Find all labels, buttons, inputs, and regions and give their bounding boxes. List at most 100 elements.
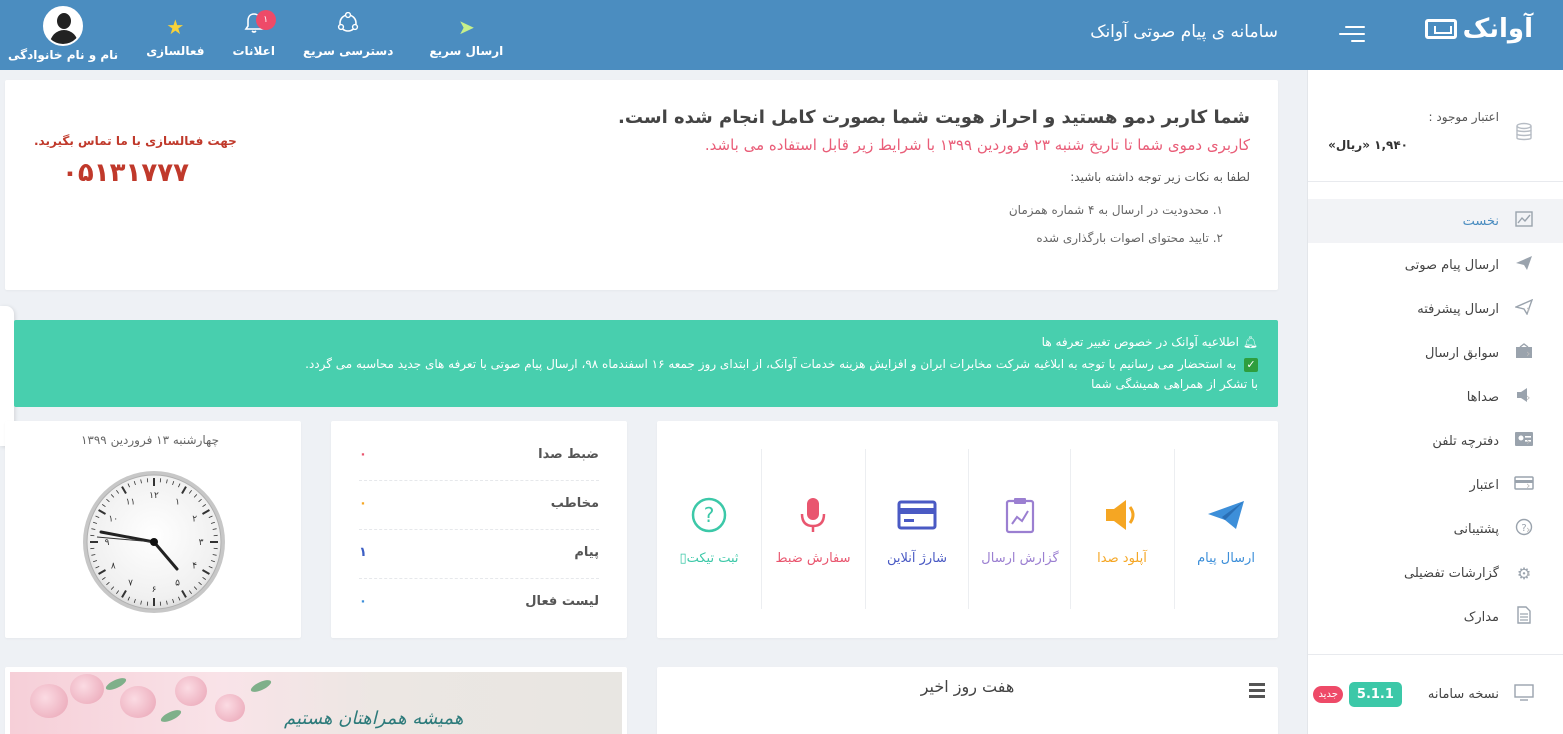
credit-value: ۱,۹۴۰ «ریال» <box>1328 138 1408 152</box>
chevron-left-icon: ‹ <box>1526 346 1531 360</box>
order-recording-button[interactable]: سفارش ضبط <box>761 449 865 609</box>
sidebar-item-sounds[interactable]: صداها ‹ <box>1308 375 1563 419</box>
notice-subtitle: کاربری دموی شما تا تاریخ شنبه ۲۳ فروردین… <box>704 136 1250 154</box>
clock-card: چهارشنبه ۱۳ فروردین ۱۳۹۹ ۱۲ ۱ ۲ ۳ ۴ ۵ ۶ ۷ ۸ ۹ ۱۰ ۱۱ <box>5 421 301 638</box>
clock-number: ۱۱ <box>126 497 136 507</box>
question-circle-icon: ? <box>690 493 728 537</box>
credit-label: اعتبار موجود : <box>1428 110 1499 124</box>
version-label: نسخه سامانه <box>1427 687 1499 702</box>
system-title: سامانه ی پیام صوتی آوانک <box>1090 22 1278 42</box>
send-report-button[interactable]: گزارش ارسال <box>968 449 1072 609</box>
star-icon: ★ <box>166 15 185 39</box>
chart-title: هفت روز اخیر <box>920 677 1015 696</box>
stat-row: لیست فعال ۰ <box>359 594 599 609</box>
clock-number: ۷ <box>128 579 133 589</box>
analog-clock: ۱۲۱۲۳۴۵۶۷۸۹۱۰۱۱ <box>83 471 225 613</box>
chevron-left-icon: ‹ <box>1526 522 1531 536</box>
clock-number: ۵ <box>175 579 180 589</box>
brand-logo[interactable]: آوانک <box>1424 14 1534 44</box>
sidebar: اعتبار موجود : ۱,۹۴۰ «ریال» نخست ارسال پ… <box>1307 70 1563 734</box>
contact-card-icon <box>1513 431 1535 451</box>
banner-text: همیشه همراهتان هستیم <box>284 708 464 729</box>
quick-send-button[interactable]: ➤ ارسال سریع <box>407 0 517 70</box>
sidebar-item-support[interactable]: ? پشتیبانی ‹ <box>1308 507 1563 551</box>
chevron-left-icon: ‹ <box>1526 390 1531 404</box>
quick-actions-card: ارسال پیام آپلود صدا گزارش ارسال شارژ آن… <box>657 421 1278 638</box>
sidebar-item-send-voice[interactable]: ارسال پیام صوتی <box>1308 243 1563 287</box>
sidebar-item-documents[interactable]: مدارک <box>1308 595 1563 639</box>
svg-text:?: ? <box>704 503 715 527</box>
send-icon <box>1513 255 1535 275</box>
weekly-chart-card: هفت روز اخیر <box>657 667 1278 734</box>
clock-number: ۹ <box>105 538 110 548</box>
alert-body: به استحضار می رسانیم با توجه به ابلاغیه … <box>305 357 1237 371</box>
clock-number: ۶ <box>152 585 157 595</box>
brand-name: آوانک <box>1462 14 1534 44</box>
activation-button[interactable]: ★ فعالسازی <box>132 0 218 70</box>
top-actions: ➤ ارسال سریع دسترسی سریع ۱ اعلانات ★ فعا… <box>0 0 517 70</box>
credit-card-icon <box>1513 475 1535 495</box>
sidebar-item-detailed-reports[interactable]: ⚙ گزارشات تفضیلی ‹ <box>1308 551 1563 595</box>
top-header: آوانک سامانه ی پیام صوتی آوانک ➤ ارسال س… <box>0 0 1563 70</box>
stats-card: ضبط صدا ۰ مخاطب ۰ پیام ۱ لیست فعال ۰ <box>331 421 627 638</box>
chart-menu-icon[interactable] <box>1249 683 1265 701</box>
sidebar-item-credit[interactable]: اعتبار ‹ <box>1308 463 1563 507</box>
demo-notice-card: شما کاربر دمو هستید و احراز هویت شما بصو… <box>5 80 1278 290</box>
submit-ticket-button[interactable]: ? ثبت تیکت▯ <box>657 449 761 609</box>
user-profile-button[interactable]: نام و نام خانوادگی <box>0 0 132 70</box>
clipboard-chart-icon <box>1004 493 1036 537</box>
sidebar-item-send-history[interactable]: سوابق ارسال ‹ <box>1308 331 1563 375</box>
clock-number: ۳ <box>199 538 204 548</box>
flower-banner-image: همیشه همراهتان هستیم <box>10 672 622 734</box>
chevron-left-icon: ‹ <box>1526 434 1531 448</box>
notice-title: شما کاربر دمو هستید و احراز هویت شما بصو… <box>617 107 1250 128</box>
chart-icon <box>1513 211 1535 231</box>
banner-card: همیشه همراهتان هستیم <box>5 667 627 734</box>
system-version: نسخه سامانه 5.1.1 جدید <box>1308 654 1563 734</box>
menu-toggle-button[interactable] <box>1339 26 1365 44</box>
paper-plane-icon <box>1206 493 1246 537</box>
document-icon <box>1513 606 1535 628</box>
notice-item: ۱. محدودیت در ارسال به ۴ شماره همزمان <box>1008 203 1223 217</box>
tariff-alert: 🔔︎ اطلاعیه آوانک در خصوص تغییر تعرفه ها … <box>14 320 1278 407</box>
checkmark-icon: ✓ <box>1244 358 1258 372</box>
speaker-icon <box>1513 387 1535 407</box>
notice-intro: لطفا به نکات زیر توجه داشته باشید: <box>1070 170 1250 184</box>
network-icon <box>337 11 359 38</box>
notice-item: ۲. تایید محتوای اصوات بارگذاری شده <box>1036 231 1223 245</box>
credit-card-icon <box>897 493 937 537</box>
version-badge: 5.1.1 <box>1348 682 1402 707</box>
clock-number: ۲ <box>192 515 197 525</box>
credit-panel: اعتبار موجود : ۱,۹۴۰ «ریال» <box>1308 70 1563 182</box>
avatar <box>43 6 84 46</box>
send-message-button[interactable]: ارسال پیام <box>1174 449 1278 609</box>
sidebar-item-home[interactable]: نخست <box>1308 199 1563 243</box>
contact-label: جهت فعالسازی با ما تماس بگیرید. <box>34 134 237 148</box>
clock-number: ۴ <box>192 562 197 572</box>
contact-phone[interactable]: ۰۵۱۳۱۷۷۷ <box>62 158 189 188</box>
clock-number: ۸ <box>111 562 116 572</box>
stat-row: ضبط صدا ۰ <box>359 433 599 481</box>
notifications-button[interactable]: ۱ اعلانات <box>218 0 289 70</box>
speaker-icon <box>1104 493 1140 537</box>
help-icon: ? <box>1513 518 1535 540</box>
sidebar-item-advanced-send[interactable]: ارسال پیشرفته ‹ <box>1308 287 1563 331</box>
send-outline-icon <box>1513 298 1535 319</box>
bell-icon: 🔔︎ <box>1242 335 1258 349</box>
stat-row: مخاطب ۰ <box>359 482 599 530</box>
gear-icon: ⚙ <box>1516 563 1532 583</box>
sidebar-item-phonebook[interactable]: دفترچه تلفن ‹ <box>1308 419 1563 463</box>
microphone-icon <box>798 493 828 537</box>
stat-row: پیام ۱ <box>359 531 599 579</box>
upload-sound-button[interactable]: آپلود صدا <box>1070 449 1174 609</box>
quick-access-button[interactable]: دسترسی سریع <box>289 0 407 70</box>
inbox-icon <box>1513 343 1535 363</box>
chevron-left-icon: ‹ <box>1526 302 1531 316</box>
online-charge-button[interactable]: شارژ آنلاین <box>865 449 969 609</box>
chevron-left-icon: ‹ <box>1526 566 1531 580</box>
alert-thanks: با تشکر از همراهی همیشگی شما <box>1091 377 1258 391</box>
sidebar-nav: نخست ارسال پیام صوتی ارسال پیشرفته ‹ سوا… <box>1308 182 1563 639</box>
logo-icon <box>1424 19 1457 39</box>
new-badge: جدید <box>1313 686 1343 703</box>
clock-number: ۱۲ <box>149 491 159 501</box>
